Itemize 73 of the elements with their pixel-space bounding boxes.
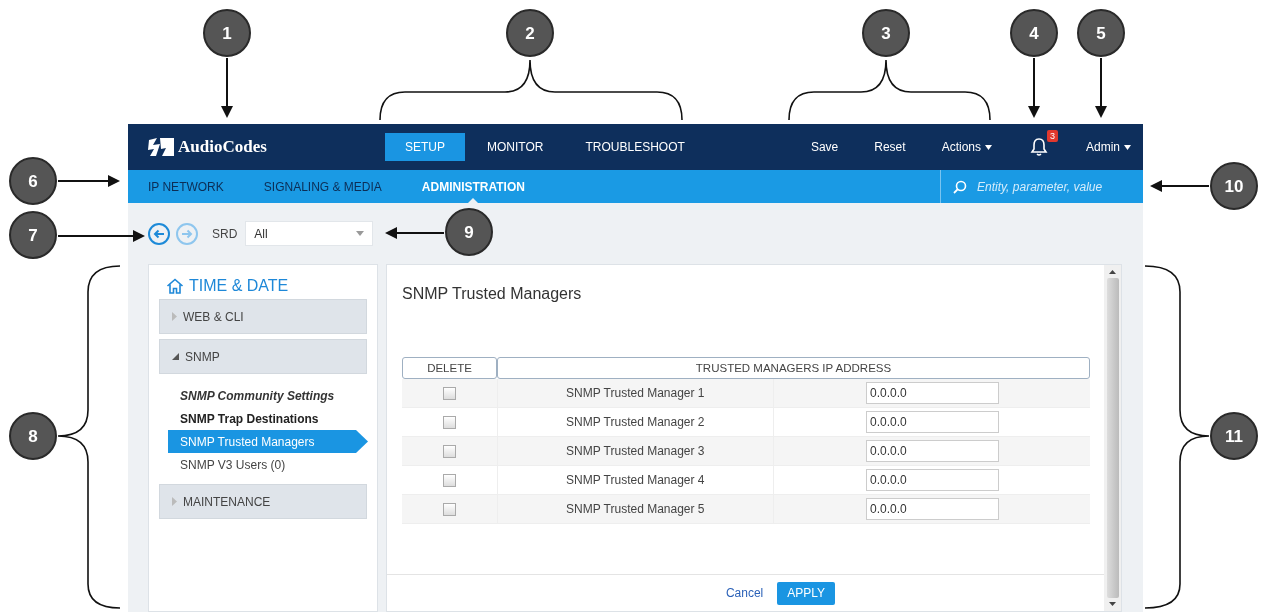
sidebar-item[interactable]: SNMP Community Settings — [159, 384, 359, 407]
table-cell: SNMP Trusted Manager 1 — [497, 379, 773, 407]
callout-number: 4 — [1010, 9, 1058, 57]
search-field[interactable]: Entity, parameter, value — [975, 178, 1139, 195]
callout-number: 7 — [9, 211, 57, 259]
srd-dropdown[interactable]: All — [245, 221, 374, 246]
callout-number: 3 — [862, 9, 910, 57]
sidebar-item[interactable]: SNMP Trap Destinations — [159, 407, 359, 430]
right-arrow-icon — [181, 228, 193, 239]
back-button[interactable] — [148, 222, 170, 245]
cancel-link[interactable]: Cancel — [725, 586, 764, 600]
collapsed-triangle-icon — [172, 312, 177, 321]
top-tab[interactable]: TROUBLESHOOT — [565, 133, 705, 161]
search-icon — [953, 179, 967, 194]
column-header: DELETE — [402, 357, 497, 379]
ip-address-field[interactable]: 0.0.0.0 — [866, 411, 999, 433]
nav-tab[interactable]: SIGNALING & MEDIA — [263, 170, 382, 203]
sidebar-group[interactable]: SNMP — [159, 339, 367, 374]
logo-icon — [148, 137, 174, 157]
delete-checkbox[interactable] — [443, 444, 456, 458]
column-header: TRUSTED MANAGERS IP ADDRESS — [497, 357, 1090, 379]
scroll-down-icon[interactable] — [1109, 602, 1116, 606]
table-cell: SNMP Trusted Manager 3 — [497, 437, 773, 465]
callout-number: 8 — [9, 412, 57, 460]
nav-tab[interactable]: IP NETWORK — [148, 170, 224, 203]
delete-checkbox[interactable] — [443, 415, 456, 429]
caret-icon — [1124, 144, 1131, 150]
callout-number: 5 — [1077, 9, 1125, 57]
notification-count: 3 — [1046, 130, 1058, 142]
callout-arrow — [221, 57, 233, 118]
table-cell: SNMP Trusted Manager 2 — [497, 408, 773, 436]
sidebar-group[interactable]: MAINTENANCE — [159, 484, 367, 519]
table-cell: SNMP Trusted Manager 4 — [497, 466, 773, 494]
callout-number: 9 — [445, 208, 493, 256]
delete-checkbox[interactable] — [443, 502, 456, 516]
top-tab[interactable]: MONITOR — [467, 133, 564, 161]
callout-arrow — [1095, 57, 1107, 118]
collapsed-triangle-icon — [172, 497, 177, 506]
notifications-button[interactable] — [1028, 136, 1050, 158]
callout-arrow — [57, 175, 120, 187]
delete-checkbox[interactable] — [443, 473, 456, 487]
home-icon — [166, 278, 184, 294]
expanded-triangle-icon — [172, 353, 179, 360]
page-title: SNMP Trusted Managers — [402, 285, 583, 304]
sidebar-title: TIME & DATE — [189, 277, 289, 295]
bell-icon — [1030, 137, 1048, 157]
callout-number: 10 — [1210, 162, 1258, 210]
scroll-up-icon[interactable] — [1109, 270, 1116, 274]
logo-text: AudioCodes — [178, 137, 267, 157]
user-menu[interactable]: Admin — [1086, 140, 1131, 154]
callout-number: 6 — [9, 157, 57, 205]
ip-address-field[interactable]: 0.0.0.0 — [866, 440, 999, 462]
callout-number: 1 — [203, 9, 251, 57]
callout-number: 2 — [506, 9, 554, 57]
sidebar-group[interactable]: WEB & CLI — [159, 299, 367, 334]
ip-address-field[interactable]: 0.0.0.0 — [866, 382, 999, 404]
callout-arrow — [385, 227, 445, 239]
callout-arrow — [1028, 57, 1040, 118]
ip-address-field[interactable]: 0.0.0.0 — [866, 469, 999, 491]
callout-number: 11 — [1210, 412, 1258, 460]
sidebar-item[interactable]: SNMP V3 Users (0) — [159, 453, 359, 476]
caret-icon — [356, 231, 365, 236]
table-cell: SNMP Trusted Manager 5 — [497, 495, 773, 523]
delete-checkbox[interactable] — [443, 386, 456, 400]
top-action-button[interactable]: Reset — [874, 140, 906, 154]
caret-icon — [985, 144, 992, 150]
left-arrow-icon — [153, 228, 165, 239]
top-action-button[interactable]: Save — [810, 140, 839, 154]
srd-label: SRD — [212, 226, 238, 241]
actions-menu[interactable]: Actions — [941, 140, 992, 154]
scrollbar[interactable] — [1104, 265, 1121, 611]
callout-arrow — [1150, 180, 1210, 192]
ip-address-field[interactable]: 0.0.0.0 — [866, 498, 999, 520]
